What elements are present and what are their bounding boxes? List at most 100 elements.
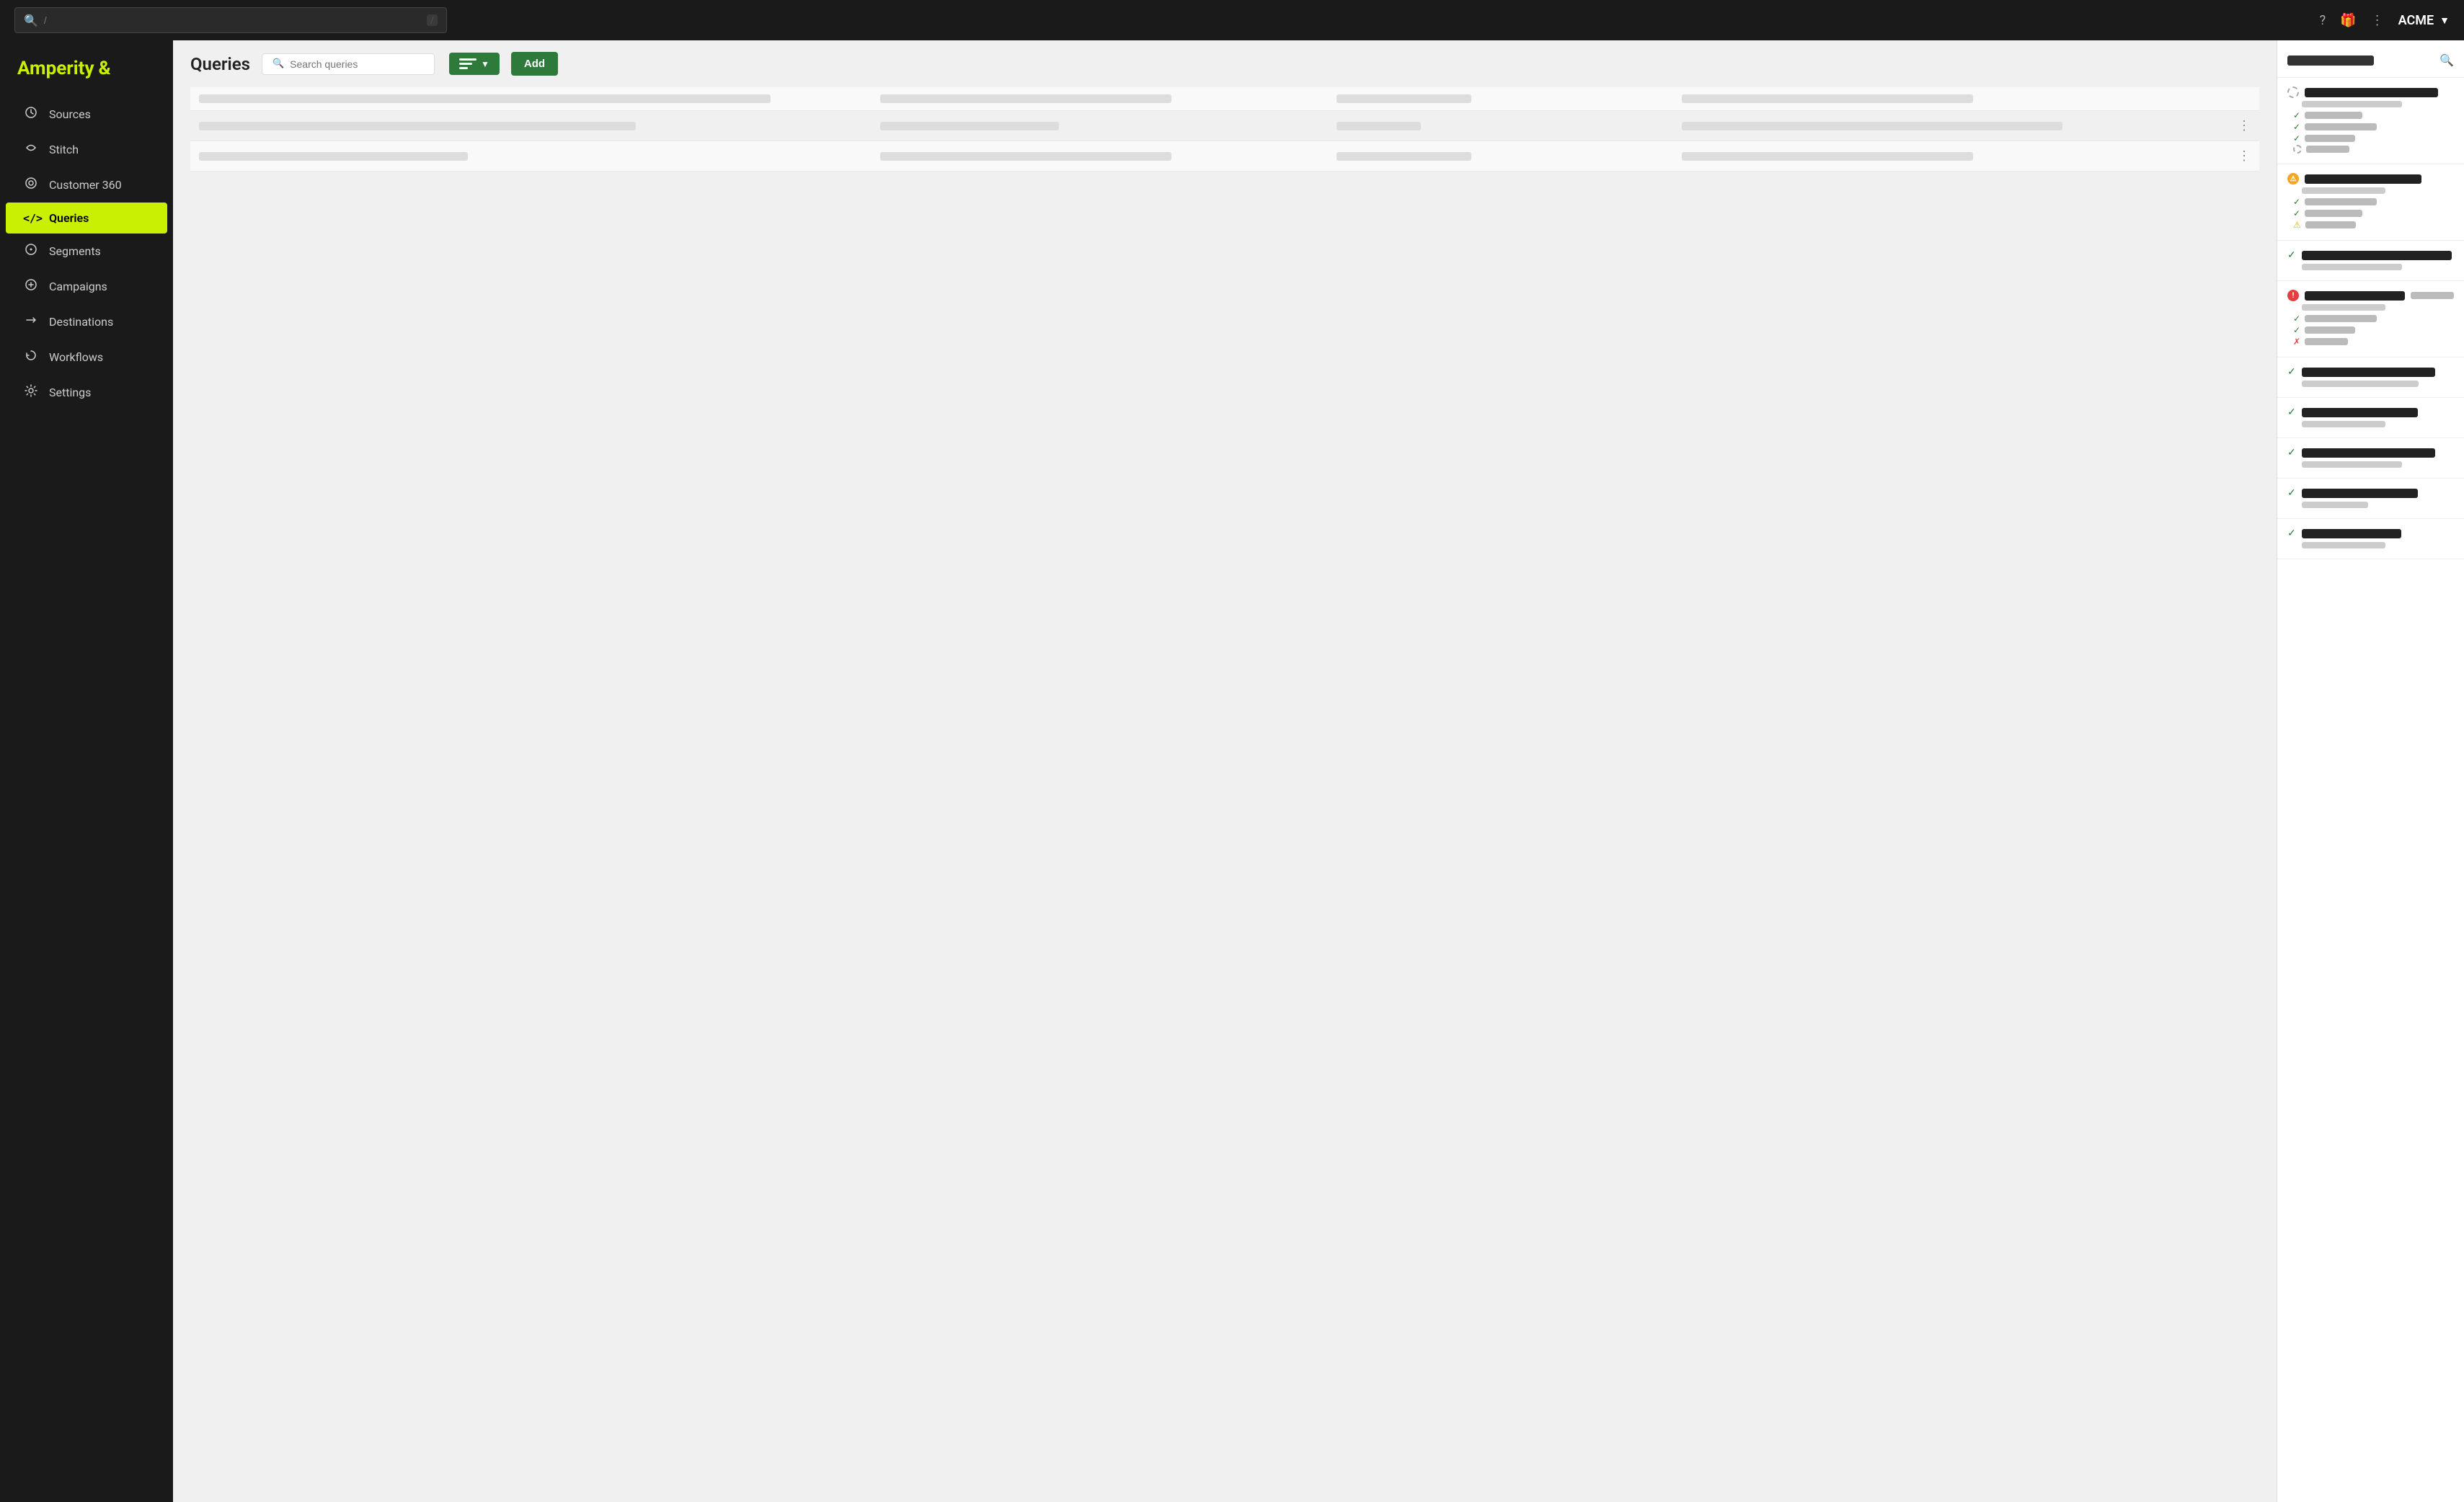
search-icon: 🔍	[272, 58, 284, 69]
queries-search-box[interactable]: 🔍	[262, 53, 435, 75]
sub-item-text	[2305, 112, 2362, 119]
filter-icon	[459, 58, 477, 69]
panel-item-title	[2305, 88, 2438, 97]
more-icon[interactable]: ⋮	[2371, 13, 2384, 28]
cell-type	[880, 122, 1060, 130]
sidebar-item-settings[interactable]: Settings	[6, 375, 167, 410]
panel-item: ! ✓ ✓ ✗	[2277, 281, 2464, 357]
table-row: ⋮	[190, 111, 2259, 141]
sidebar-item-label: Workflows	[49, 350, 103, 364]
segments-icon	[23, 242, 39, 260]
account-name: ACME	[2398, 13, 2434, 28]
account-menu[interactable]: ACME ▼	[2398, 13, 2450, 28]
sidebar: Amperity & Sources Stitch Customer 360 <…	[0, 40, 173, 1502]
status-error-icon: !	[2287, 290, 2299, 301]
check-icon: ✓	[2293, 110, 2300, 120]
sidebar-item-destinations[interactable]: Destinations	[6, 304, 167, 339]
check-status-icon: ✓	[2287, 249, 2296, 261]
workflows-icon	[23, 348, 39, 366]
add-query-button[interactable]: Add	[511, 52, 558, 76]
panel-sub-line	[2302, 502, 2368, 508]
status-loading-icon	[2293, 145, 2302, 154]
right-panel: 🔍 ✓ ✓ ✓	[2277, 40, 2464, 1502]
gift-icon[interactable]: 🎁	[2340, 13, 2356, 28]
queries-search-input[interactable]	[290, 58, 424, 70]
global-search-input[interactable]	[44, 14, 427, 26]
sidebar-item-queries[interactable]: </> Queries	[6, 203, 167, 234]
sidebar-item-workflows[interactable]: Workflows	[6, 339, 167, 375]
sidebar-item-customer360[interactable]: Customer 360	[6, 167, 167, 203]
check-icon: ✓	[2293, 314, 2300, 324]
panel-item-header: ✓	[2287, 447, 2454, 458]
cell-status	[1337, 94, 1471, 103]
sub-item-text	[2305, 198, 2377, 205]
chevron-down-icon: ▼	[2439, 14, 2450, 27]
app-logo: Amperity &	[0, 52, 173, 97]
sidebar-item-label: Queries	[49, 211, 89, 225]
sidebar-item-label: Campaigns	[49, 280, 107, 293]
panel-item-header: ⚠	[2287, 173, 2454, 185]
panel-item-header: !	[2287, 290, 2454, 301]
status-loading-icon	[2287, 86, 2299, 98]
sub-item-text	[2305, 338, 2348, 345]
check-icon: ✓	[2293, 325, 2300, 335]
check-status-icon: ✓	[2287, 528, 2296, 539]
destinations-icon	[23, 313, 39, 331]
main-layout: Amperity & Sources Stitch Customer 360 <…	[0, 40, 2464, 1502]
cell-status	[1337, 122, 1421, 130]
queries-title: Queries	[190, 54, 250, 74]
panel-item-title	[2302, 368, 2435, 377]
panel-item: ⚠ ✓ ✓ ⚠	[2277, 164, 2464, 241]
search-icon: 🔍	[24, 14, 38, 27]
panel-item-header: ✓	[2287, 249, 2454, 261]
panel-item-header: ✓	[2287, 406, 2454, 418]
panel-item-header	[2287, 86, 2454, 98]
status-warning-icon: ⚠	[2287, 173, 2299, 185]
sidebar-item-stitch[interactable]: Stitch	[6, 132, 167, 167]
sidebar-item-label: Customer 360	[49, 178, 122, 192]
panel-item: ✓	[2277, 519, 2464, 559]
sub-item-text	[2305, 315, 2377, 322]
cell-status	[1337, 152, 1471, 161]
sidebar-item-campaigns[interactable]: Campaigns	[6, 269, 167, 304]
panel-sub-line	[2302, 461, 2402, 468]
sidebar-item-label: Destinations	[49, 315, 113, 329]
stitch-icon	[23, 141, 39, 159]
panel-item-title	[2302, 489, 2419, 498]
right-panel-title	[2287, 55, 2374, 66]
settings-icon	[23, 383, 39, 401]
panel-item-header: ✓	[2287, 528, 2454, 539]
panel-sub-line	[2302, 187, 2385, 194]
right-panel-header: 🔍	[2277, 49, 2464, 78]
sidebar-item-label: Segments	[49, 244, 101, 258]
check-icon: ✓	[2293, 133, 2300, 143]
panel-item-title	[2305, 291, 2405, 301]
check-status-icon: ✓	[2287, 487, 2296, 499]
logo-ampersand: &	[99, 58, 111, 79]
search-slash: /	[427, 14, 438, 26]
cell-name	[199, 152, 468, 161]
right-panel-search-icon[interactable]: 🔍	[2439, 53, 2454, 67]
filter-bar-2	[459, 63, 472, 65]
cell-updated	[1682, 94, 1973, 103]
cell-updated	[1682, 122, 2063, 130]
help-icon[interactable]: ?	[2320, 13, 2326, 28]
row-context-menu[interactable]: ⋮	[2139, 148, 2251, 164]
sub-item-text	[2305, 326, 2355, 334]
sidebar-item-segments[interactable]: Segments	[6, 234, 167, 269]
panel-item: ✓ ✓ ✓	[2277, 78, 2464, 164]
row-context-menu[interactable]: ⋮	[2139, 118, 2251, 133]
sidebar-item-label: Stitch	[49, 143, 79, 156]
cell-type	[880, 94, 1171, 103]
panel-item-title	[2302, 448, 2435, 458]
warning-icon: ⚠	[2293, 220, 2301, 230]
filter-button[interactable]: ▼	[449, 53, 500, 75]
chevron-down-icon: ▼	[481, 59, 489, 69]
check-status-icon: ✓	[2287, 447, 2296, 458]
table-row: ⋮	[190, 141, 2259, 172]
sidebar-item-sources[interactable]: Sources	[6, 97, 167, 132]
global-search[interactable]: 🔍 /	[14, 7, 447, 33]
filter-bar-3	[459, 67, 468, 69]
check-icon: ✓	[2293, 197, 2300, 207]
panel-item: ✓	[2277, 438, 2464, 479]
